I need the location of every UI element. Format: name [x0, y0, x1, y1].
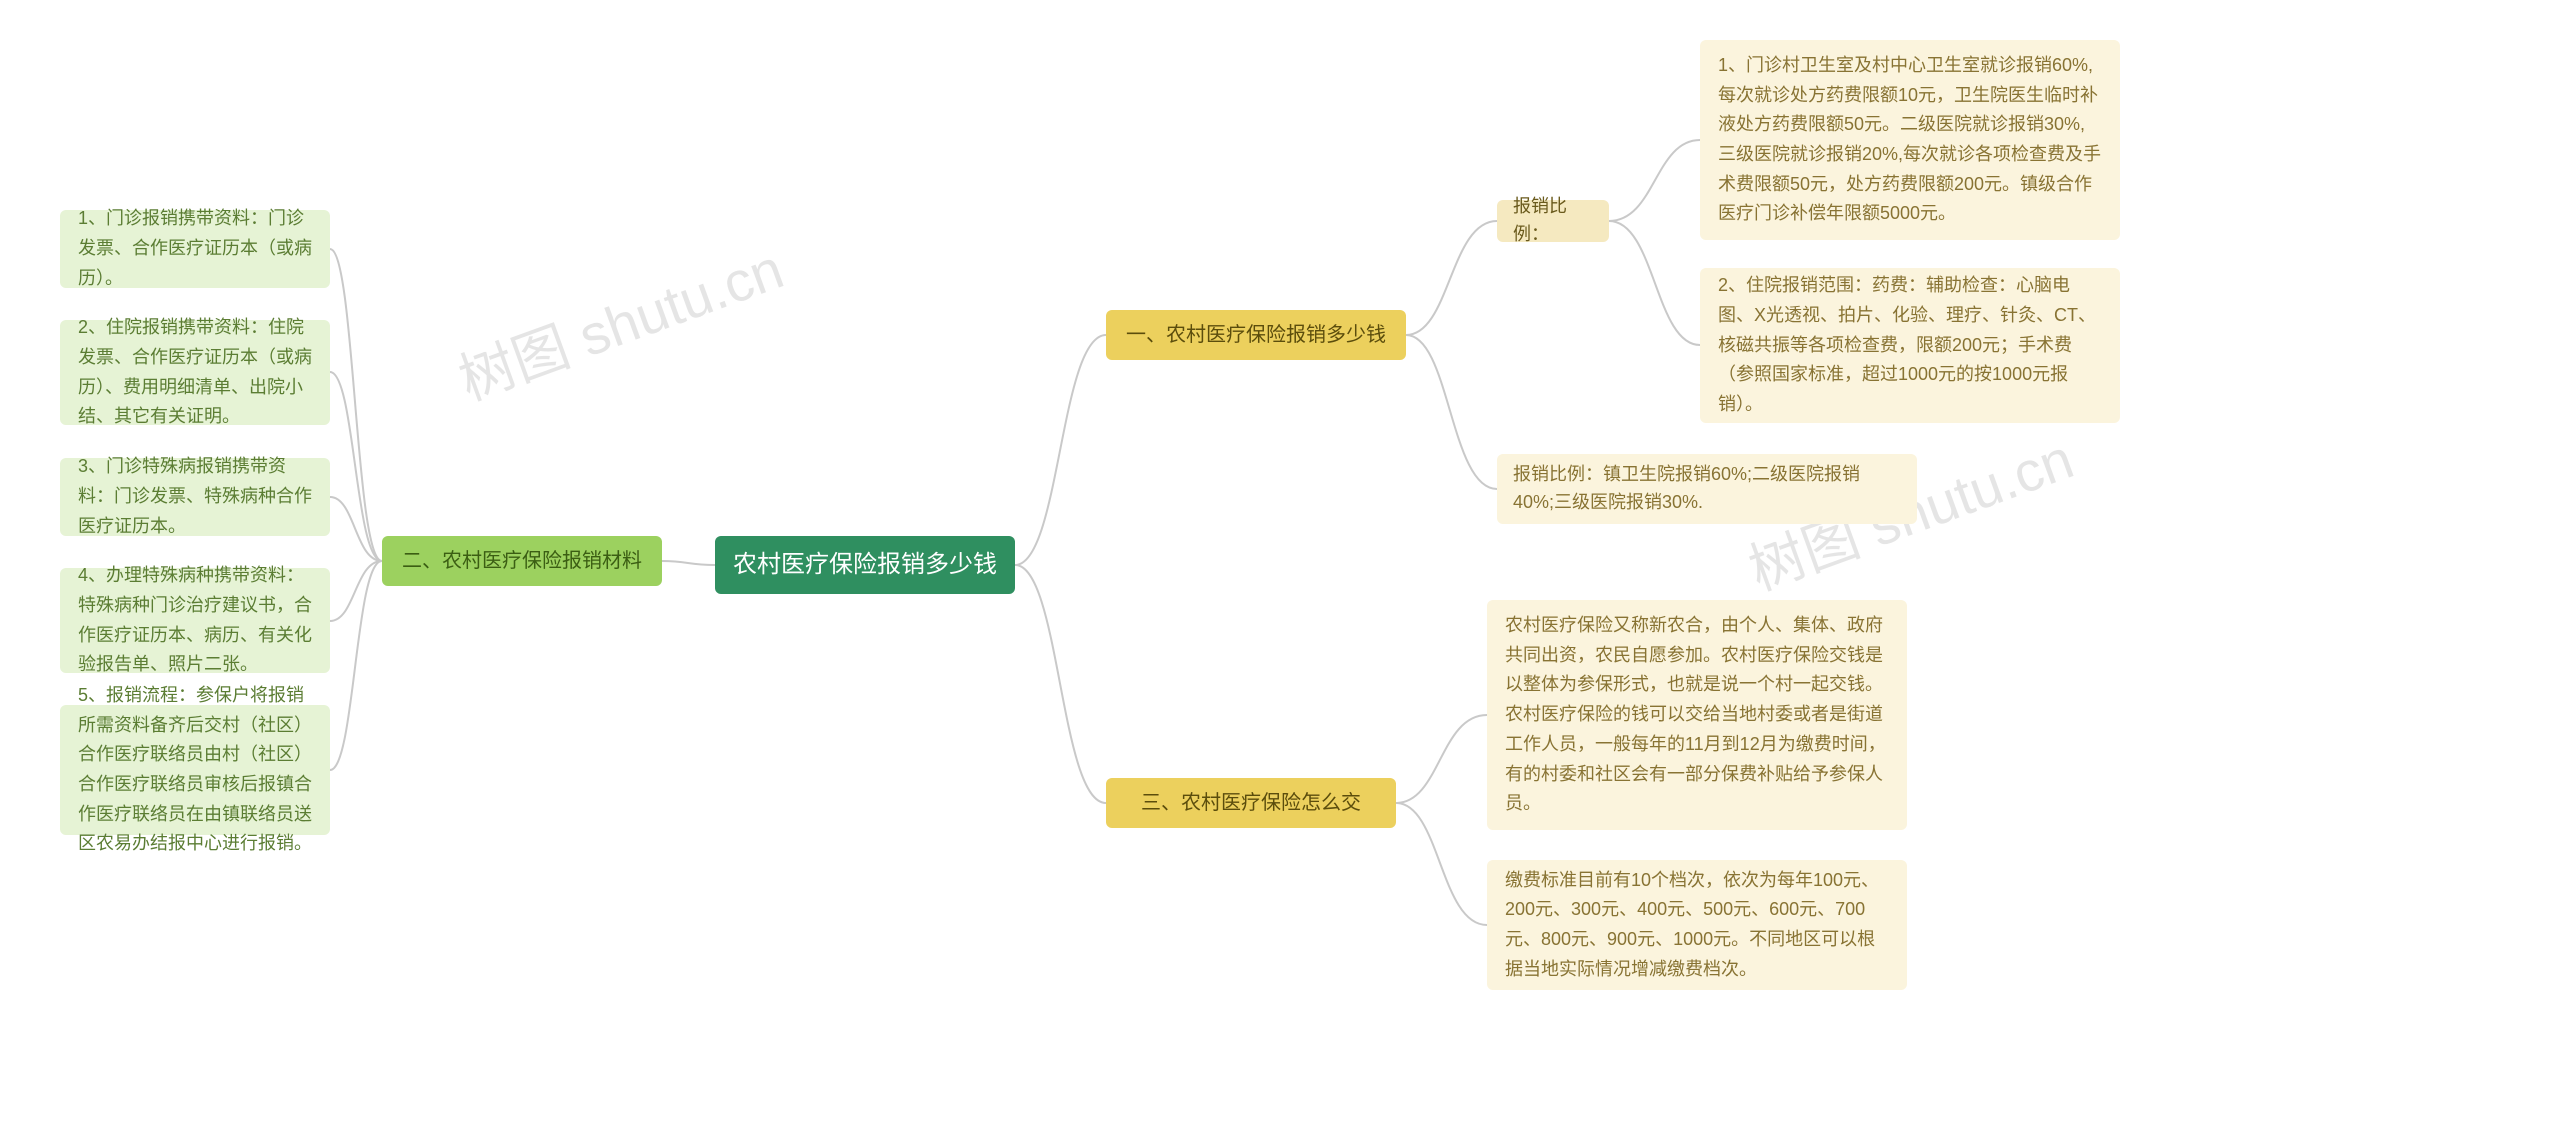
branch-1-ratio-label[interactable]: 报销比例： — [1497, 200, 1609, 242]
branch-2-leaf-4: 4、办理特殊病种携带资料：特殊病种门诊治疗建议书，合作医疗证历本、病历、有关化验… — [60, 568, 330, 673]
branch-2-leaf-3: 3、门诊特殊病报销携带资料：门诊发票、特殊病种合作医疗证历本。 — [60, 458, 330, 536]
branch-2[interactable]: 二、农村医疗保险报销材料 — [382, 536, 662, 586]
branch-1[interactable]: 一、农村医疗保险报销多少钱 — [1106, 310, 1406, 360]
mindmap-root[interactable]: 农村医疗保险报销多少钱 — [715, 536, 1015, 594]
branch-3-leaf-1: 农村医疗保险又称新农合，由个人、集体、政府共同出资，农民自愿参加。农村医疗保险交… — [1487, 600, 1907, 830]
branch-1-leaf-1: 1、门诊村卫生室及村中心卫生室就诊报销60%,每次就诊处方药费限额10元，卫生院… — [1700, 40, 2120, 240]
watermark: 树图 shutu.cn — [446, 224, 793, 416]
branch-3-leaf-2: 缴费标准目前有10个档次，依次为每年100元、200元、300元、400元、50… — [1487, 860, 1907, 990]
branch-2-leaf-2: 2、住院报销携带资料：住院发票、合作医疗证历本（或病历）、费用明细清单、出院小结… — [60, 320, 330, 425]
branch-1-leaf-3: 报销比例：镇卫生院报销60%;二级医院报销40%;三级医院报销30%. — [1497, 454, 1917, 524]
branch-2-leaf-1: 1、门诊报销携带资料：门诊发票、合作医疗证历本（或病历）。 — [60, 210, 330, 288]
branch-1-leaf-2: 2、住院报销范围：药费：辅助检查：心脑电图、X光透视、拍片、化验、理疗、针灸、C… — [1700, 268, 2120, 423]
branch-3[interactable]: 三、农村医疗保险怎么交 — [1106, 778, 1396, 828]
branch-2-leaf-5: 5、报销流程：参保户将报销所需资料备齐后交村（社区）合作医疗联络员由村（社区）合… — [60, 705, 330, 835]
